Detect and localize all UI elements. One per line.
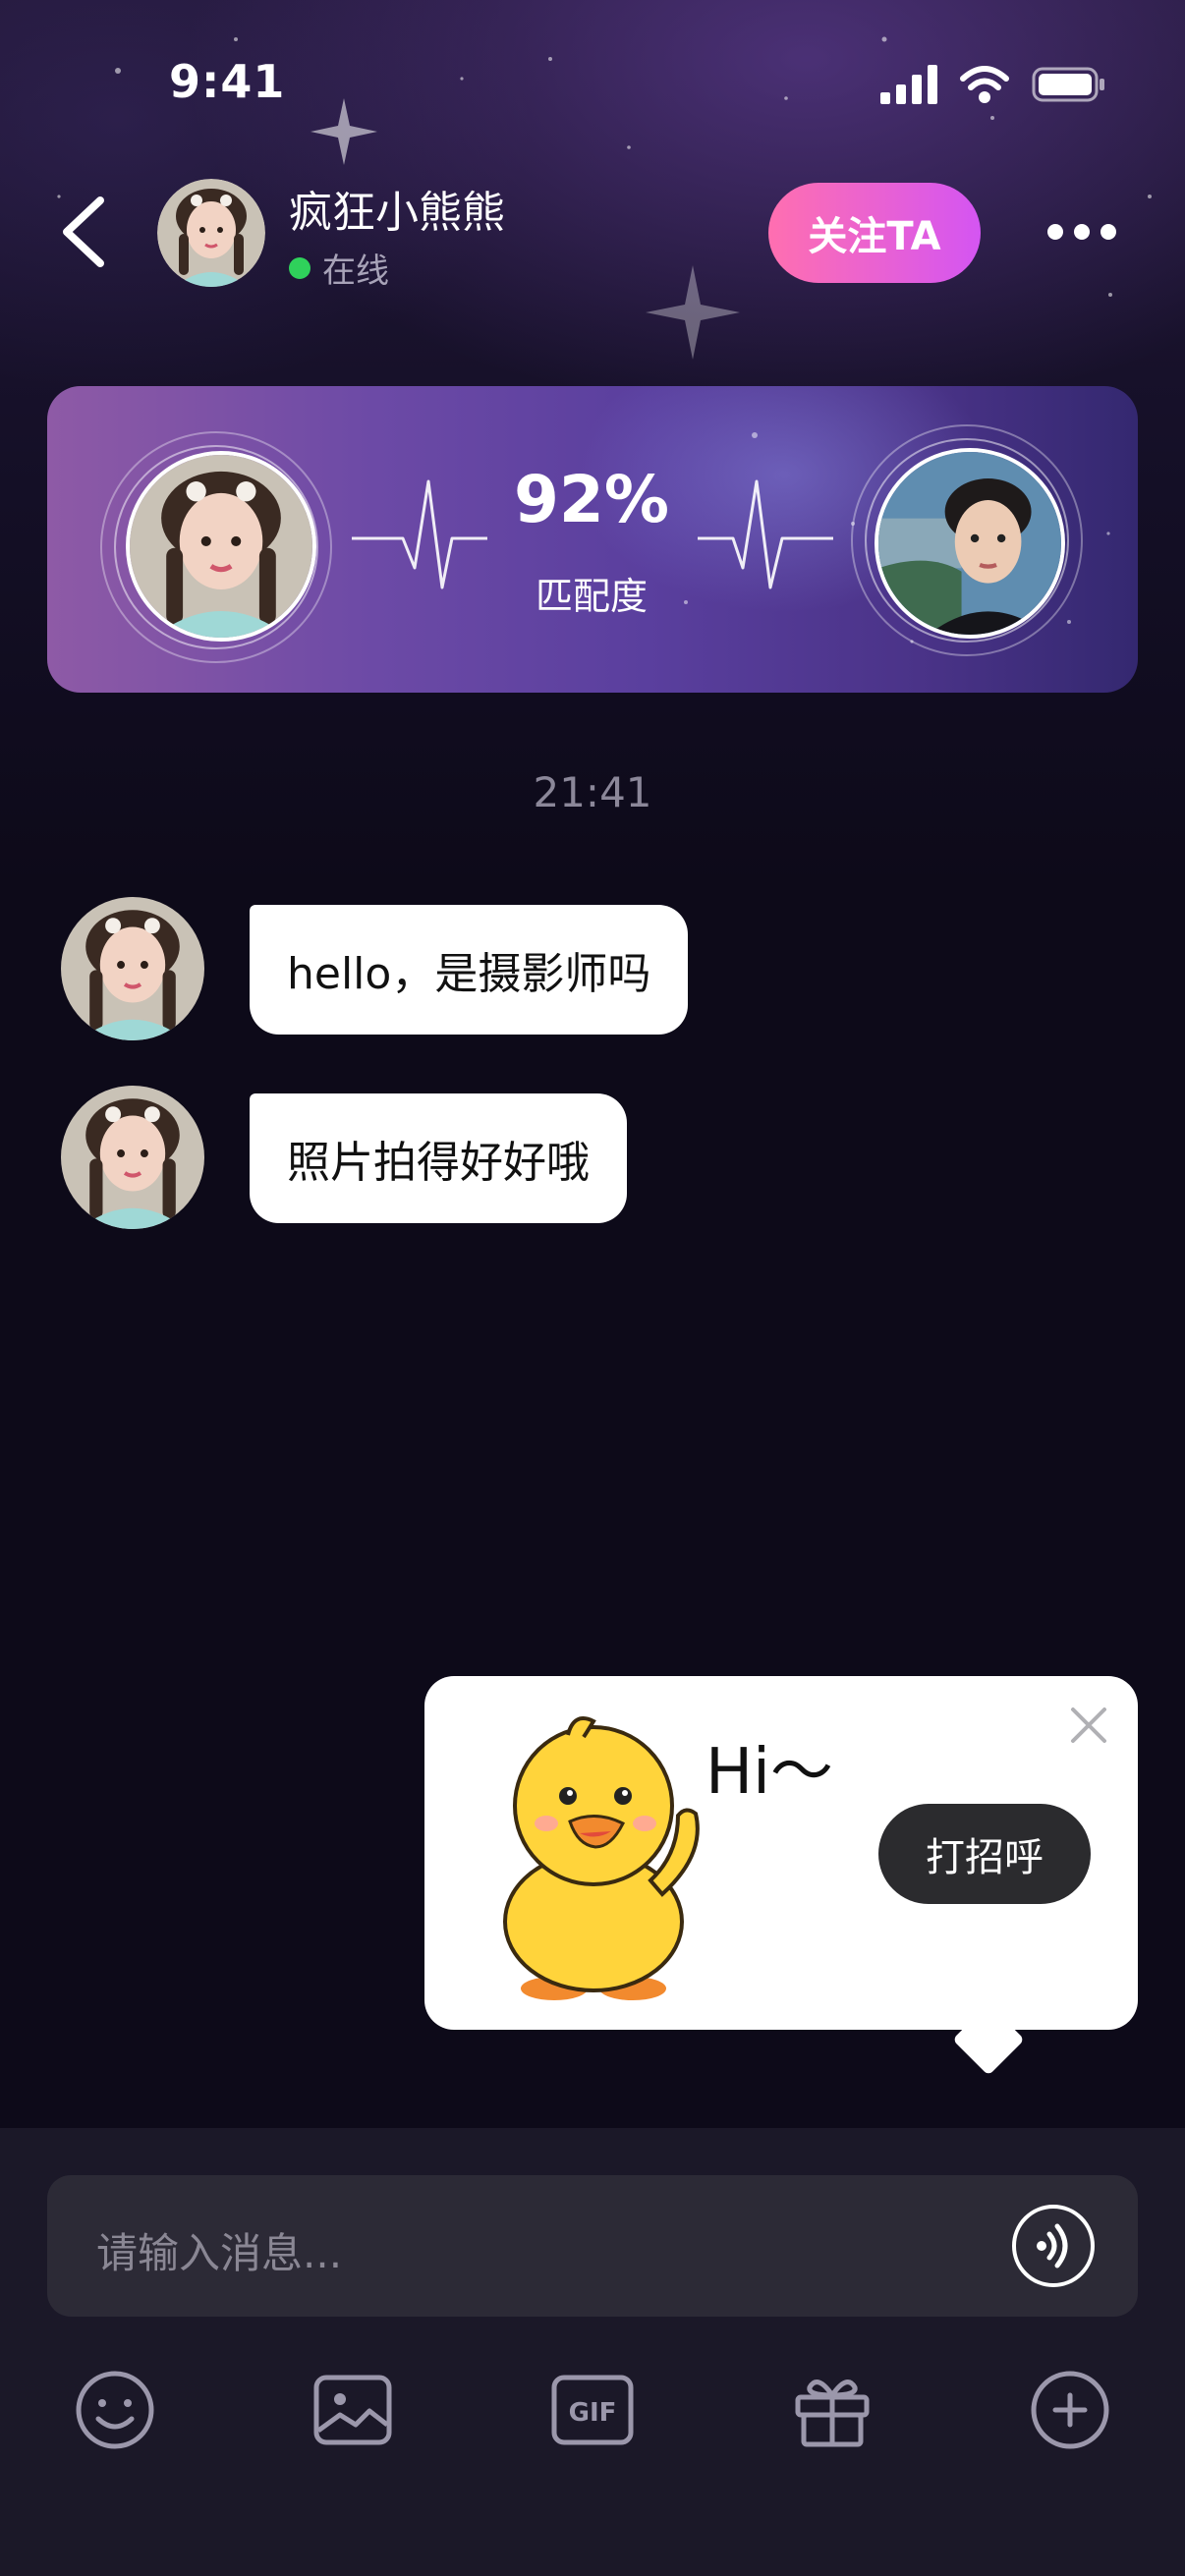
close-icon[interactable]	[1069, 1706, 1108, 1745]
avatar-girl-image	[157, 179, 265, 287]
duck-sticker-icon	[503, 1716, 700, 2000]
message-bubble[interactable]: 照片拍得好好哦	[250, 1093, 627, 1223]
wifi-icon	[960, 66, 1009, 103]
avatar-boy-image	[878, 452, 1061, 635]
status-icons	[880, 65, 1106, 104]
voice-wave-icon	[1037, 2223, 1068, 2268]
more-icon[interactable]	[1047, 214, 1116, 250]
avatar-girl-image	[61, 897, 204, 1040]
online-status-label: 在线	[322, 252, 389, 291]
gif-frame: GIF	[551, 2375, 634, 2445]
chat-timestamp: 21:41	[533, 768, 652, 816]
gift-icon[interactable]	[788, 2366, 876, 2454]
contact-name: 疯狂小熊熊	[289, 188, 505, 238]
match-avatar-right	[875, 448, 1065, 639]
battery-icon	[1032, 67, 1104, 102]
contact-avatar[interactable]	[157, 179, 265, 287]
message-input-placeholder: 请输入消息...	[96, 2229, 343, 2277]
message-avatar[interactable]	[61, 897, 204, 1040]
avatar-girl-image	[130, 455, 312, 638]
gif-icon[interactable]: GIF	[548, 2366, 637, 2454]
sticker-hi-text: Hi～	[705, 1736, 833, 1809]
match-avatar-left	[126, 451, 316, 642]
emoji-icon[interactable]	[71, 2366, 159, 2454]
match-label: 匹配度	[535, 575, 648, 618]
gif-label: GIF	[569, 2398, 617, 2428]
follow-button[interactable]: 关注TA	[768, 183, 981, 283]
online-status: 在线	[289, 244, 389, 292]
back-icon[interactable]	[57, 193, 112, 271]
message-avatar[interactable]	[61, 1086, 204, 1229]
plus-icon[interactable]	[1026, 2366, 1114, 2454]
message-bubble[interactable]: hello，是摄影师吗	[250, 905, 689, 1035]
signal-icon	[880, 65, 937, 104]
image-icon[interactable]	[309, 2366, 397, 2454]
status-time: 9:41	[169, 55, 286, 108]
online-dot	[289, 256, 310, 279]
chat-screen: 9:41 疯狂小熊熊 在线 关注TA 92% 匹配度 21:41 hello，是…	[0, 0, 1185, 2576]
voice-icon[interactable]	[1012, 2205, 1095, 2287]
say-hi-button[interactable]: 打招呼	[878, 1804, 1091, 1904]
match-percent: 92%	[514, 462, 669, 537]
avatar-girl-image	[61, 1086, 204, 1229]
